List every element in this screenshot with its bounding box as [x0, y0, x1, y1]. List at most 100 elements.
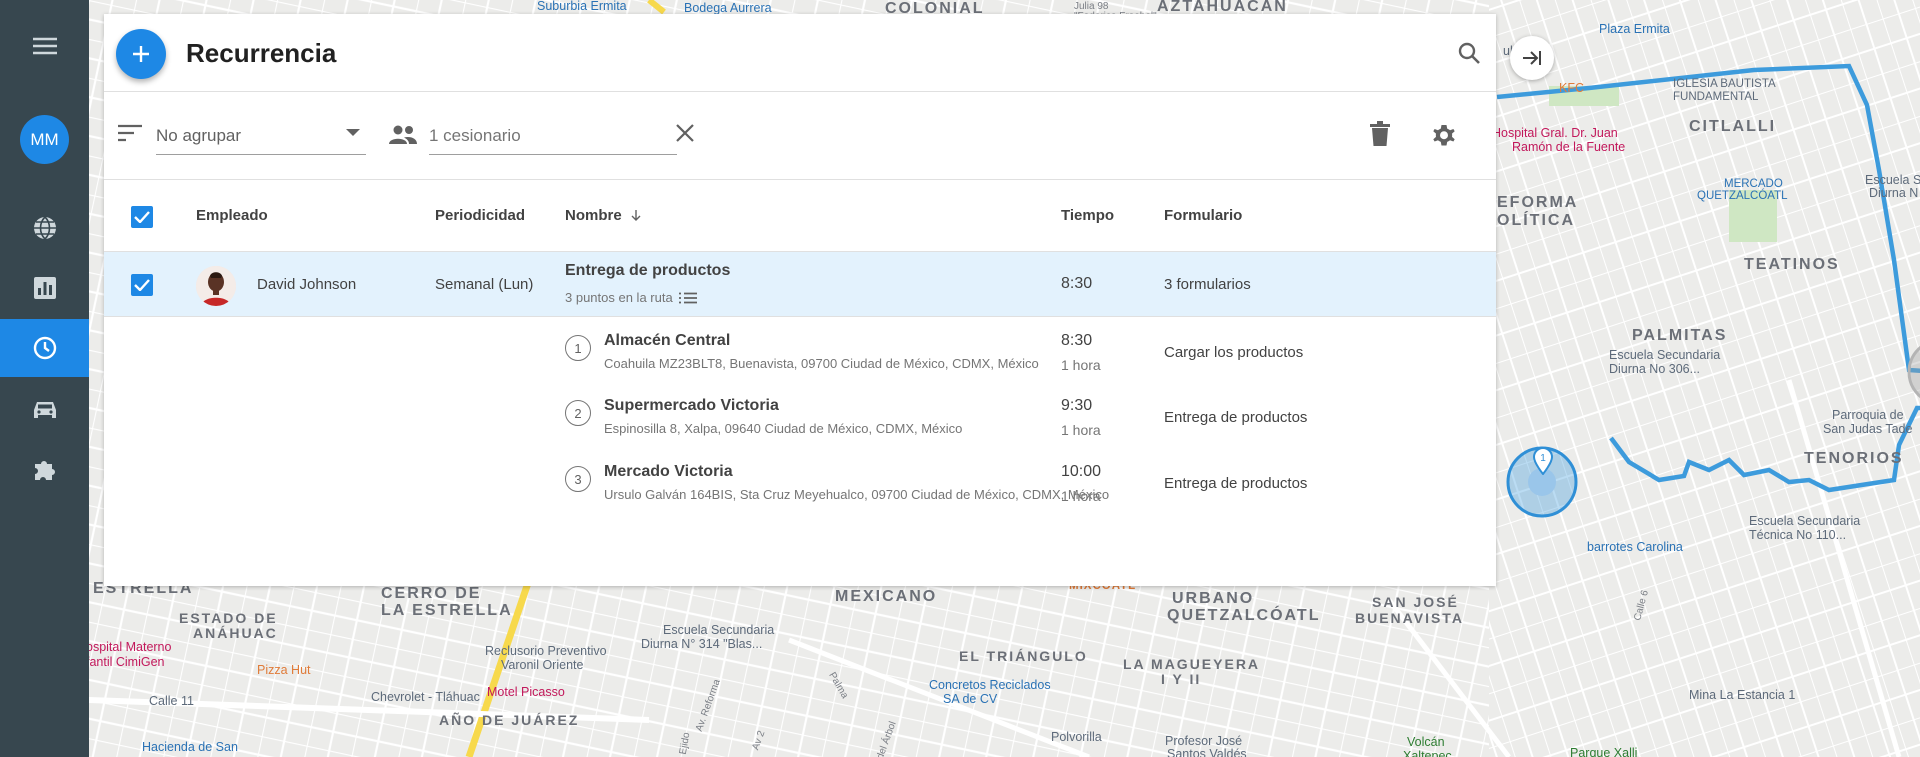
map-poi-hospital-1: Hospital Gral. Dr. Juan: [1492, 126, 1618, 140]
recurrence-panel: Recurrencia No agrupar 1 cesionario Empl…: [104, 14, 1496, 586]
arrow-down-icon: [631, 210, 641, 221]
stop-name: Supermercado Victoria: [604, 397, 779, 414]
map-pin-1-label: 1: [1540, 453, 1546, 464]
map-poi-concretos-2: SA de CV: [943, 692, 998, 706]
row-forms: 3 formularios: [1164, 276, 1251, 293]
col-nombre[interactable]: Nombre: [565, 207, 642, 224]
col-nombre-label: Nombre: [565, 207, 622, 224]
map-district-sanjose: SAN JOSÉ: [1372, 594, 1459, 610]
row-time: 8:30: [1061, 275, 1093, 292]
route-stop[interactable]: 3 Mercado Victoria Ursulo Galván 164BIS,…: [104, 451, 1496, 516]
map-poi-profesor-1: Profesor José: [1165, 734, 1243, 748]
stop-number: 3: [565, 466, 591, 492]
route-stop[interactable]: 1 Almacén Central Coahuila MZ23BLT8, Bue…: [104, 320, 1496, 385]
map-poi-hospital-m-2: fantil CimiGen: [89, 655, 165, 669]
map-poi-plaza: Plaza Ermita: [1599, 22, 1670, 36]
sidebar-item-chart[interactable]: [0, 259, 89, 317]
user-avatar[interactable]: MM: [20, 115, 69, 164]
panel-header: Recurrencia: [104, 14, 1496, 92]
select-all-checkbox[interactable]: [131, 206, 153, 228]
menu-button[interactable]: [0, 17, 89, 75]
check-icon: [134, 279, 150, 291]
map-district-buenavista: BUENAVISTA: [1355, 610, 1464, 626]
map-district-quetzal: QUETZALCÓATL: [1167, 607, 1321, 624]
col-periodicidad[interactable]: Periodicidad: [435, 207, 525, 224]
map-poi-reclusorio-2: Varonil Oriente: [501, 658, 584, 672]
globe-icon: [33, 216, 56, 240]
map-poi-secundaria-2: Diurna N: [1869, 186, 1919, 200]
map-poi-volcan-2: Xaltepec: [1403, 749, 1452, 757]
sidebar-item-vehicles[interactable]: [0, 380, 89, 438]
group-by-value: No agrupar: [156, 126, 242, 145]
close-icon[interactable]: [675, 123, 695, 143]
search-button[interactable]: [1454, 38, 1484, 68]
map-poi-volcan-1: Volcán: [1407, 735, 1445, 749]
collapse-panel-button[interactable]: [1510, 36, 1554, 80]
page-title: Recurrencia: [186, 38, 337, 68]
map-poi-concretos-1: Concretos Reciclados: [929, 678, 1051, 692]
map-poi-hospital-m-1: ospital Materno: [89, 640, 172, 654]
col-tiempo[interactable]: Tiempo: [1061, 207, 1114, 224]
map-district-reforma: EFORMA: [1497, 194, 1579, 211]
cesionario-value: 1 cesionario: [429, 126, 521, 145]
map-poi-mina: Mina La Estancia 1: [1689, 688, 1796, 702]
stop-time: 9:30: [1061, 397, 1093, 414]
search-icon: [1458, 42, 1480, 64]
stop-form: Entrega de productos: [1164, 409, 1308, 426]
map-district-mexicano: MEXICANO: [835, 588, 938, 605]
map-poi-parroquia-2: San Judas Tade: [1823, 422, 1913, 436]
table-row[interactable]: David Johnson Semanal (Lun) Entrega de p…: [104, 252, 1496, 317]
sidebar-item-globe[interactable]: [0, 199, 89, 257]
map-poi-iglesia-2: FUNDAMENTAL: [1673, 91, 1759, 103]
stop-duration: 1 hora: [1061, 357, 1101, 373]
map-district-triangulo: EL TRIÁNGULO: [959, 648, 1088, 664]
map-poi-tecnica-2: Técnica No 110...: [1749, 528, 1847, 542]
col-formulario[interactable]: Formulario: [1164, 207, 1242, 224]
map-poi-esc314-1: Escuela Secundaria: [663, 623, 775, 637]
route-stop[interactable]: 2 Supermercado Victoria Espinosilla 8, X…: [104, 385, 1496, 450]
sidebar-item-recurrence[interactable]: [0, 319, 89, 377]
map-district-iyii: I Y II: [1161, 671, 1202, 687]
route-points[interactable]: 3 puntos en la ruta: [565, 290, 697, 305]
map-district-estado-2: ANÁHUAC: [193, 625, 278, 641]
stop-number: 1: [565, 335, 591, 361]
map-poi-polvorilla: Polvorilla: [1051, 730, 1102, 744]
map-poi-bodega: Bodega Aurrera: [684, 1, 772, 15]
map-poi-chevrolet: Chevrolet - Tláhuac: [371, 690, 480, 704]
map-pin-1[interactable]: 1: [1532, 447, 1554, 475]
map-poi-iglesia-1: IGLESIA BAUTISTA: [1673, 78, 1776, 90]
table-header: Empleado Periodicidad Nombre Tiempo Form…: [104, 181, 1496, 252]
stop-address: Coahuila MZ23BLT8, Buenavista, 09700 Ciu…: [604, 356, 1039, 371]
map-district-tenorios: TENORIOS: [1804, 450, 1904, 467]
add-recurrence-button[interactable]: [116, 29, 166, 79]
group-by-select[interactable]: No agrupar: [156, 113, 366, 155]
sidebar-item-integrations[interactable]: [0, 440, 89, 498]
map-poi-reclusorio-1: Reclusorio Preventivo: [485, 644, 607, 658]
periodicity: Semanal (Lun): [435, 276, 534, 293]
map-poi-esc-diurna-2: Diurna No 306...: [1609, 362, 1701, 376]
map-poi-suburbia: Suburbia Ermita: [537, 0, 627, 13]
map-poi-kfc: KFC: [1559, 81, 1584, 95]
people-icon: [389, 125, 417, 144]
map-poi-abarrotes: barrotes Carolina: [1587, 540, 1683, 554]
map-district-cerro-1: CERRO DE: [381, 585, 482, 602]
stop-address: Espinosilla 8, Xalpa, 09640 Ciudad de Mé…: [604, 421, 963, 436]
cesionario-filter[interactable]: 1 cesionario: [429, 113, 677, 155]
map-district-palmitas: PALMITAS: [1632, 327, 1728, 344]
clock-icon: [33, 336, 56, 360]
map-poi-tecnica-1: Escuela Secundaria: [1749, 514, 1861, 528]
map-poi-hacienda: Hacienda de San: [142, 740, 238, 754]
check-icon: [134, 211, 150, 223]
employee-avatar: [196, 266, 236, 306]
map-poi-secundaria-1: Escuela Secundaria: [1865, 173, 1920, 187]
row-checkbox[interactable]: [131, 274, 153, 296]
filter-toolbar: No agrupar 1 cesionario: [104, 93, 1496, 180]
trash-icon[interactable]: [1369, 121, 1391, 147]
map-poi-parroquia-1: Parroquia de: [1832, 408, 1904, 422]
map-district-teatinos: TEATINOS: [1744, 256, 1840, 273]
map-district-politica: OLÍTICA: [1497, 212, 1575, 229]
map-district-cerro-2: LA ESTRELLA: [381, 602, 513, 619]
gear-icon[interactable]: [1430, 121, 1458, 149]
stop-address: Ursulo Galván 164BIS, Sta Cruz Meyehualc…: [604, 487, 1110, 502]
col-empleado[interactable]: Empleado: [196, 207, 268, 224]
